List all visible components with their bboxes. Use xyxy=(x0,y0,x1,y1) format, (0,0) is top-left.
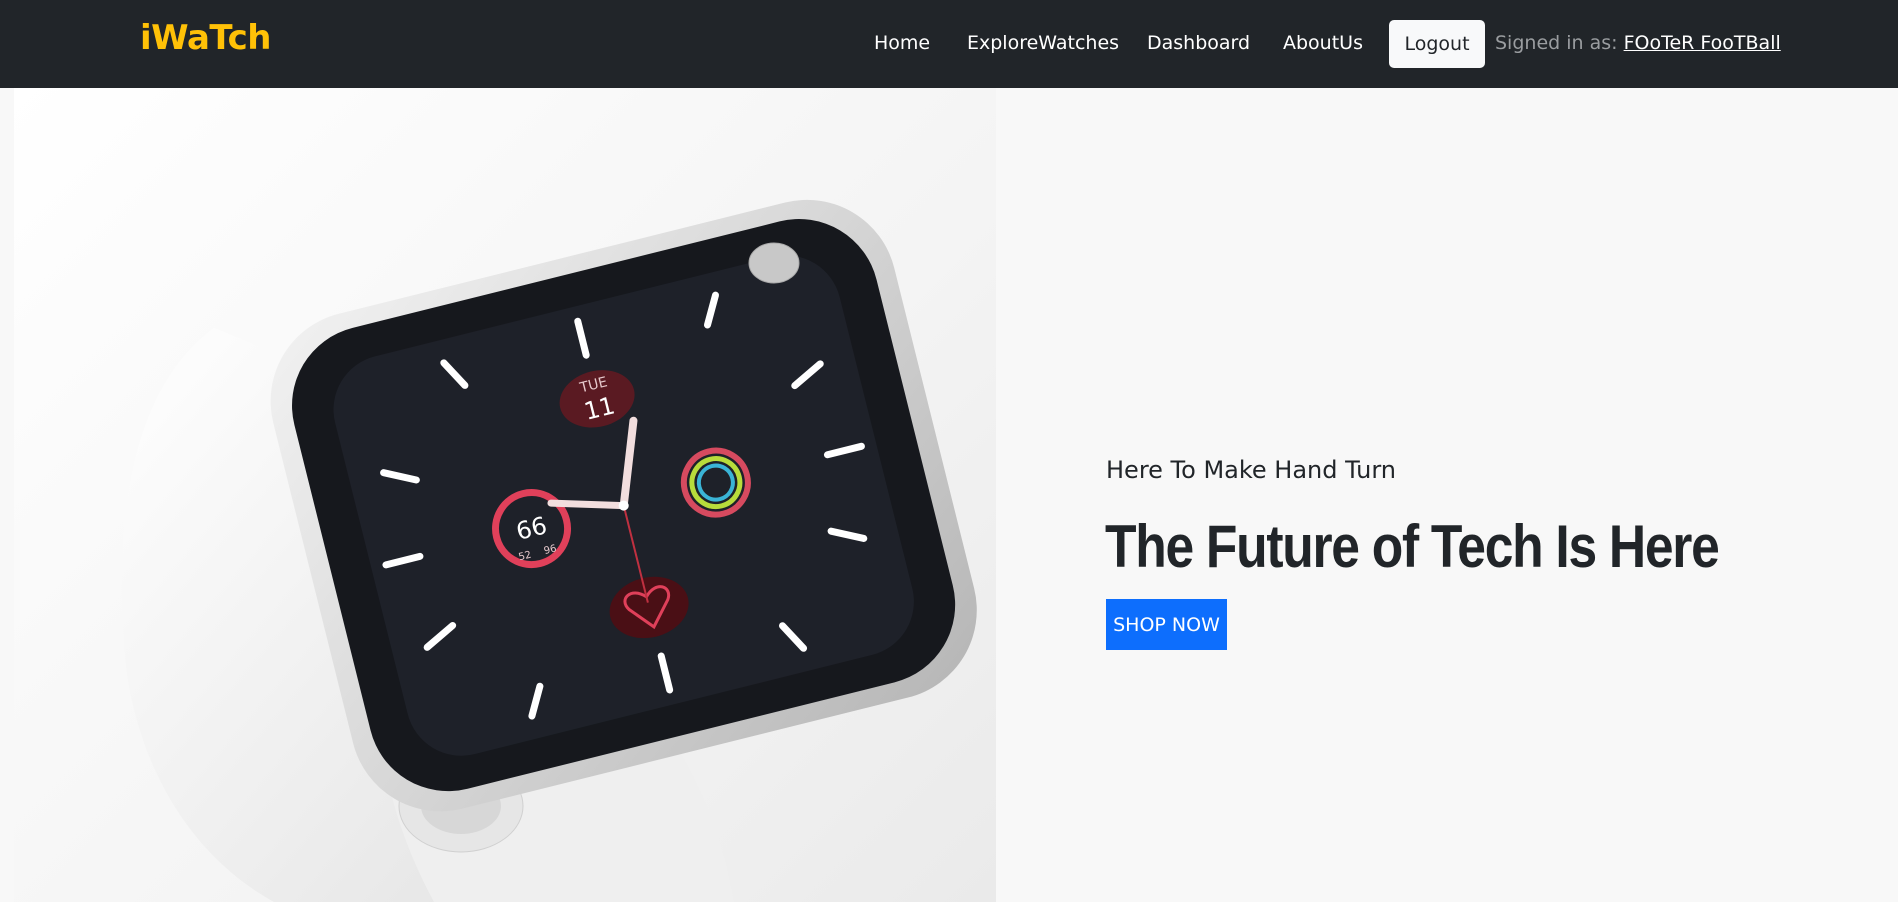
nav-home[interactable]: Home xyxy=(874,32,930,54)
nav-explore-watches[interactable]: ExploreWatches xyxy=(967,32,1119,54)
smartwatch-image: TUE 11 66 52 96 xyxy=(14,88,996,902)
nav-dashboard[interactable]: Dashboard xyxy=(1147,32,1250,54)
brand-logo[interactable]: iWaTch xyxy=(140,18,271,58)
hero-headline: The Future of Tech Is Here xyxy=(1105,513,1720,580)
top-navbar: iWaTch Home ExploreWatches Dashboard Abo… xyxy=(0,0,1898,88)
signed-in-label: Signed in as: xyxy=(1495,32,1618,54)
nav-about-us[interactable]: AboutUs xyxy=(1283,32,1363,54)
signed-in-text: Signed in as: FOoTeR FooTBall xyxy=(1495,32,1781,54)
hero-tagline: Here To Make Hand Turn xyxy=(1106,456,1397,484)
signed-in-user-link[interactable]: FOoTeR FooTBall xyxy=(1624,32,1781,54)
logout-button[interactable]: Logout xyxy=(1389,20,1485,68)
shop-now-button[interactable]: SHOP NOW xyxy=(1106,599,1227,650)
